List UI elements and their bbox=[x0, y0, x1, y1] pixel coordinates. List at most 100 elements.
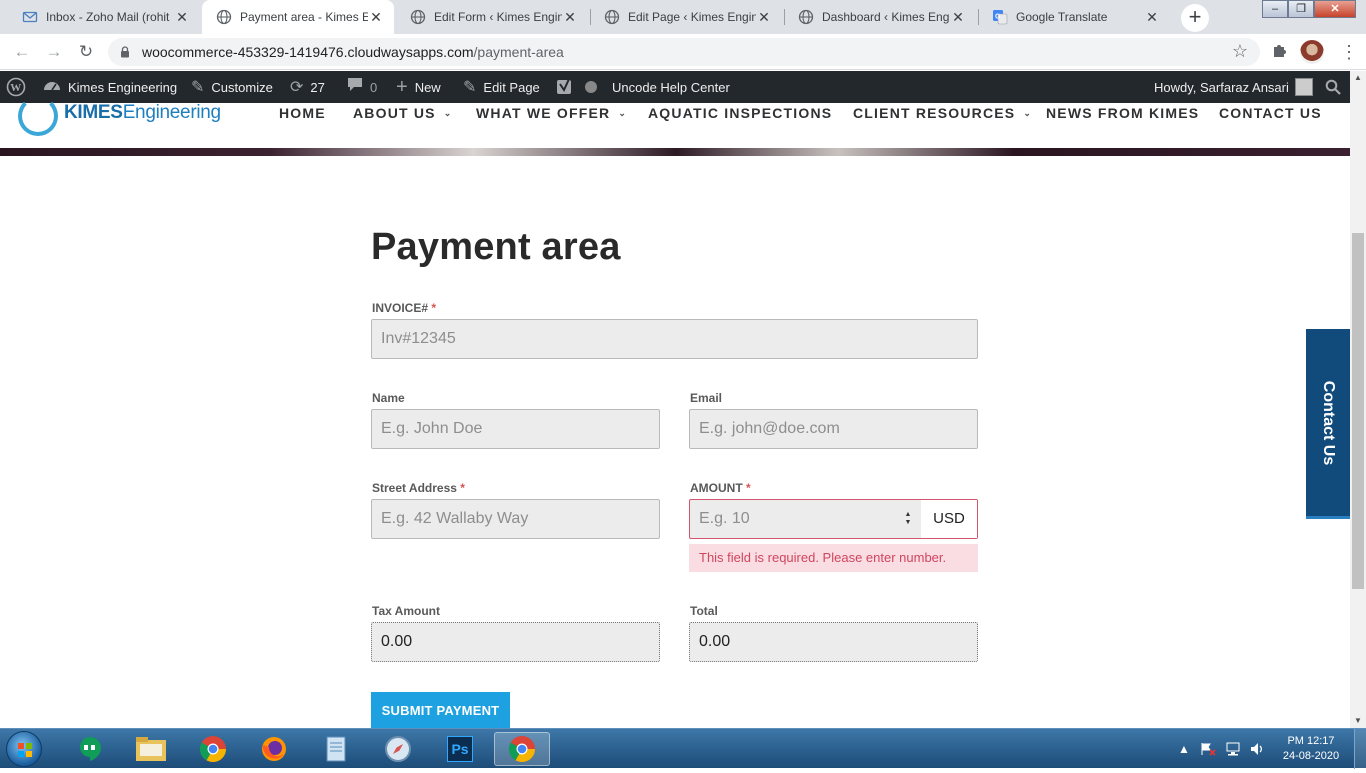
invoice-label: INVOICE# * bbox=[372, 301, 437, 315]
close-tab-icon[interactable]: ✕ bbox=[1144, 9, 1160, 25]
submit-payment-button[interactable]: SUBMIT PAYMENT bbox=[371, 692, 510, 730]
nav-news-from-kimes[interactable]: NEWS FROM KIMES bbox=[1046, 104, 1199, 122]
notepad-icon[interactable] bbox=[308, 732, 364, 766]
street-address-label: Street Address * bbox=[372, 481, 465, 495]
admin-help-center[interactable]: Uncode Help Center bbox=[612, 71, 730, 103]
scroll-down-arrow-icon[interactable]: ▼ bbox=[1350, 714, 1366, 728]
nav-home[interactable]: HOME bbox=[279, 104, 326, 122]
firefox-icon[interactable] bbox=[246, 732, 302, 766]
kimes-logo-icon[interactable] bbox=[18, 96, 58, 136]
amount-label: AMOUNT * bbox=[690, 481, 751, 495]
windows-start-button[interactable] bbox=[6, 731, 42, 767]
file-explorer-icon[interactable] bbox=[123, 732, 179, 766]
invoice-input[interactable]: Inv#12345 bbox=[371, 319, 978, 359]
tax-amount-label: Tax Amount bbox=[372, 604, 440, 618]
url-text: woocommerce-453329-1419476.cloudwaysapps… bbox=[142, 44, 564, 60]
seo-status-dot-icon[interactable] bbox=[585, 71, 597, 103]
admin-site-name[interactable]: Kimes Engineering bbox=[43, 71, 177, 103]
action-center-flag-icon[interactable] bbox=[1200, 742, 1216, 756]
translate-icon: G bbox=[992, 9, 1008, 25]
scrollbar-thumb[interactable] bbox=[1352, 233, 1364, 589]
address-bar[interactable]: woocommerce-453329-1419476.cloudwaysapps… bbox=[108, 38, 1260, 66]
page-title: Payment area bbox=[371, 226, 621, 268]
admin-account[interactable]: Howdy, Sarfaraz Ansari bbox=[1154, 71, 1313, 103]
extensions-puzzle-icon[interactable] bbox=[1269, 42, 1289, 62]
chevron-down-icon: ⌄ bbox=[618, 107, 626, 118]
browser-tab-strip: Inbox - Zoho Mail (rohit ✕ Payment area … bbox=[0, 0, 1366, 34]
chrome-icon[interactable] bbox=[185, 732, 241, 766]
tab-dashboard[interactable]: Dashboard ‹ Kimes Engin ✕ bbox=[784, 0, 976, 34]
maximize-window-button[interactable]: ❐ bbox=[1288, 0, 1314, 18]
tab-google-translate[interactable]: G Google Translate ✕ bbox=[978, 0, 1170, 34]
bookmark-star-icon[interactable]: ☆ bbox=[1232, 41, 1248, 62]
dashboard-gauge-icon bbox=[43, 78, 61, 97]
total-field: 0.00 bbox=[689, 622, 978, 662]
back-arrow-icon[interactable]: ← bbox=[10, 40, 34, 64]
safari-icon[interactable] bbox=[370, 732, 426, 766]
close-tab-icon[interactable]: ✕ bbox=[562, 9, 578, 25]
nav-what-we-offer[interactable]: WHAT WE OFFER ⌄ bbox=[476, 104, 626, 122]
minimize-window-button[interactable]: – bbox=[1262, 0, 1288, 18]
admin-new[interactable]: + New bbox=[396, 71, 441, 103]
svg-text:W: W bbox=[10, 82, 21, 94]
pencil-icon: ✎ bbox=[463, 79, 477, 96]
site-logo[interactable]: KIMESEngineering bbox=[64, 102, 221, 124]
tab-edit-form[interactable]: Edit Form ‹ Kimes Engine ✕ bbox=[396, 0, 588, 34]
nav-about-us[interactable]: ABOUT US ⌄ bbox=[353, 104, 451, 122]
globe-icon bbox=[798, 9, 814, 25]
volume-speaker-icon[interactable] bbox=[1250, 742, 1266, 756]
yoast-seo-icon[interactable] bbox=[556, 71, 574, 103]
nav-client-resources[interactable]: CLIENT RESOURCES ⌄ bbox=[853, 104, 1031, 122]
tab-edit-page[interactable]: Edit Page ‹ Kimes Engine ✕ bbox=[590, 0, 782, 34]
wordpress-logo-icon[interactable]: W bbox=[6, 71, 26, 103]
lock-icon bbox=[120, 45, 130, 58]
street-address-input[interactable]: E.g. 42 Wallaby Way bbox=[371, 499, 660, 539]
chrome-active-icon[interactable] bbox=[494, 732, 550, 766]
close-window-button[interactable]: ✕ bbox=[1314, 0, 1356, 18]
currency-label: USD bbox=[921, 500, 977, 538]
close-tab-icon[interactable]: ✕ bbox=[174, 9, 190, 25]
nav-contact-us[interactable]: CONTACT US bbox=[1219, 104, 1322, 122]
name-input[interactable]: E.g. John Doe bbox=[371, 409, 660, 449]
scroll-up-arrow-icon[interactable]: ▲ bbox=[1350, 71, 1366, 85]
browser-toolbar: ← → ↻ woocommerce-453329-1419476.cloudwa… bbox=[0, 34, 1366, 70]
admin-comments[interactable]: 0 bbox=[347, 71, 377, 103]
hero-image-strip bbox=[0, 148, 1352, 156]
page-scrollbar[interactable]: ▲ ▼ bbox=[1350, 71, 1366, 728]
globe-icon bbox=[216, 9, 232, 25]
system-clock[interactable]: PM 12:17 24-08-2020 bbox=[1280, 734, 1342, 764]
amount-error-message: This field is required. Please enter num… bbox=[689, 544, 978, 572]
browser-menu-icon[interactable]: ⋮ bbox=[1340, 40, 1358, 64]
network-icon[interactable] bbox=[1225, 742, 1241, 756]
email-label: Email bbox=[690, 391, 723, 405]
hangouts-icon[interactable] bbox=[62, 732, 118, 766]
forward-arrow-icon[interactable]: → bbox=[42, 40, 66, 64]
name-label: Name bbox=[372, 391, 405, 405]
amount-input[interactable]: E.g. 10 ▲ ▼ USD bbox=[689, 499, 978, 539]
email-input[interactable]: E.g. john@doe.com bbox=[689, 409, 978, 449]
admin-search-icon[interactable] bbox=[1325, 71, 1341, 103]
reload-icon[interactable]: ↻ bbox=[74, 40, 98, 64]
close-tab-icon[interactable]: ✕ bbox=[368, 9, 384, 25]
nav-aquatic-inspections[interactable]: AQUATIC INSPECTIONS bbox=[648, 104, 832, 122]
admin-updates[interactable]: ⟳ 27 bbox=[290, 71, 325, 103]
contact-us-side-tab[interactable]: Contact Us bbox=[1306, 329, 1350, 519]
avatar bbox=[1294, 78, 1313, 96]
globe-icon bbox=[410, 9, 426, 25]
admin-customize[interactable]: ✎ Customize bbox=[191, 71, 273, 103]
admin-edit-page[interactable]: ✎ Edit Page bbox=[463, 71, 540, 103]
globe-icon bbox=[604, 9, 620, 25]
show-hidden-icons-icon[interactable]: ▲ bbox=[1176, 742, 1192, 756]
number-spinner-icon[interactable]: ▲ ▼ bbox=[900, 509, 916, 529]
photoshop-icon[interactable]: Ps bbox=[432, 732, 488, 766]
show-desktop-button[interactable] bbox=[1354, 729, 1366, 769]
chevron-down-icon: ⌄ bbox=[1023, 107, 1031, 118]
new-tab-button[interactable]: + bbox=[1181, 4, 1209, 32]
tax-amount-field: 0.00 bbox=[371, 622, 660, 662]
close-tab-icon[interactable]: ✕ bbox=[950, 9, 966, 25]
comment-bubble-icon bbox=[347, 77, 363, 97]
tab-zoho-mail[interactable]: Inbox - Zoho Mail (rohit ✕ bbox=[8, 0, 200, 34]
tab-payment-area[interactable]: Payment area - Kimes Er ✕ bbox=[202, 0, 394, 34]
profile-avatar-icon[interactable] bbox=[1300, 40, 1324, 64]
close-tab-icon[interactable]: ✕ bbox=[756, 9, 772, 25]
